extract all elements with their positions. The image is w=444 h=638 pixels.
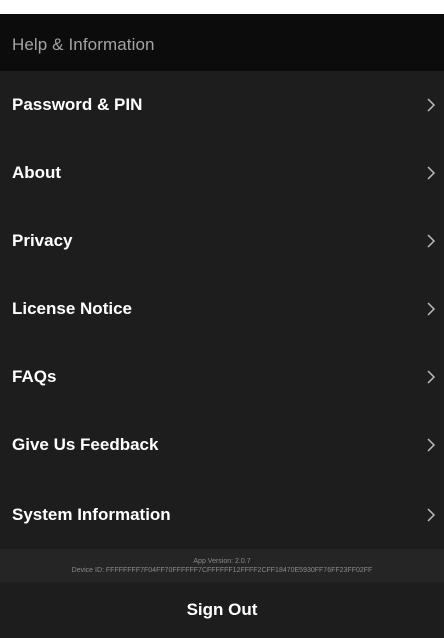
menu-item-privacy[interactable]: Privacy (0, 207, 444, 275)
menu-item-password-pin[interactable]: Password & PIN (0, 71, 444, 139)
menu-item-system-information[interactable]: System Information (0, 481, 444, 549)
chevron-right-icon (427, 438, 436, 452)
menu-item-label: About (12, 163, 62, 182)
menu-item-faqs[interactable]: FAQs (0, 343, 444, 411)
app-version-text: App Version: 2.0.7 (193, 558, 251, 565)
menu-item-label: Privacy (12, 231, 73, 250)
page-title: Help & Information (12, 35, 155, 54)
header-bar: Help & Information (0, 14, 444, 71)
help-information-screen: Help & Information Password & PIN About … (0, 14, 444, 638)
menu-item-about[interactable]: About (0, 139, 444, 207)
menu-item-license-notice[interactable]: License Notice (0, 275, 444, 343)
menu-item-label: System Information (12, 505, 171, 524)
menu-item-label: Give Us Feedback (12, 435, 159, 454)
chevron-right-icon (427, 508, 436, 522)
sign-out-label: Sign Out (186, 600, 258, 619)
chevron-right-icon (427, 166, 436, 180)
chevron-right-icon (427, 98, 436, 112)
menu-item-give-us-feedback[interactable]: Give Us Feedback (0, 411, 444, 479)
menu-item-label: Password & PIN (12, 95, 143, 114)
sign-out-button[interactable]: Sign Out (0, 582, 444, 638)
device-id-text: Device ID: FFFFFFFF7F04FF70FFFFFF7CFFFFF… (71, 567, 373, 574)
menu-item-label: License Notice (12, 299, 132, 318)
chevron-right-icon (427, 370, 436, 384)
version-info: App Version: 2.0.7 Device ID: FFFFFFFF7F… (0, 549, 444, 582)
chevron-right-icon (427, 302, 436, 316)
menu-item-label: FAQs (12, 367, 57, 386)
chevron-right-icon (427, 234, 436, 248)
